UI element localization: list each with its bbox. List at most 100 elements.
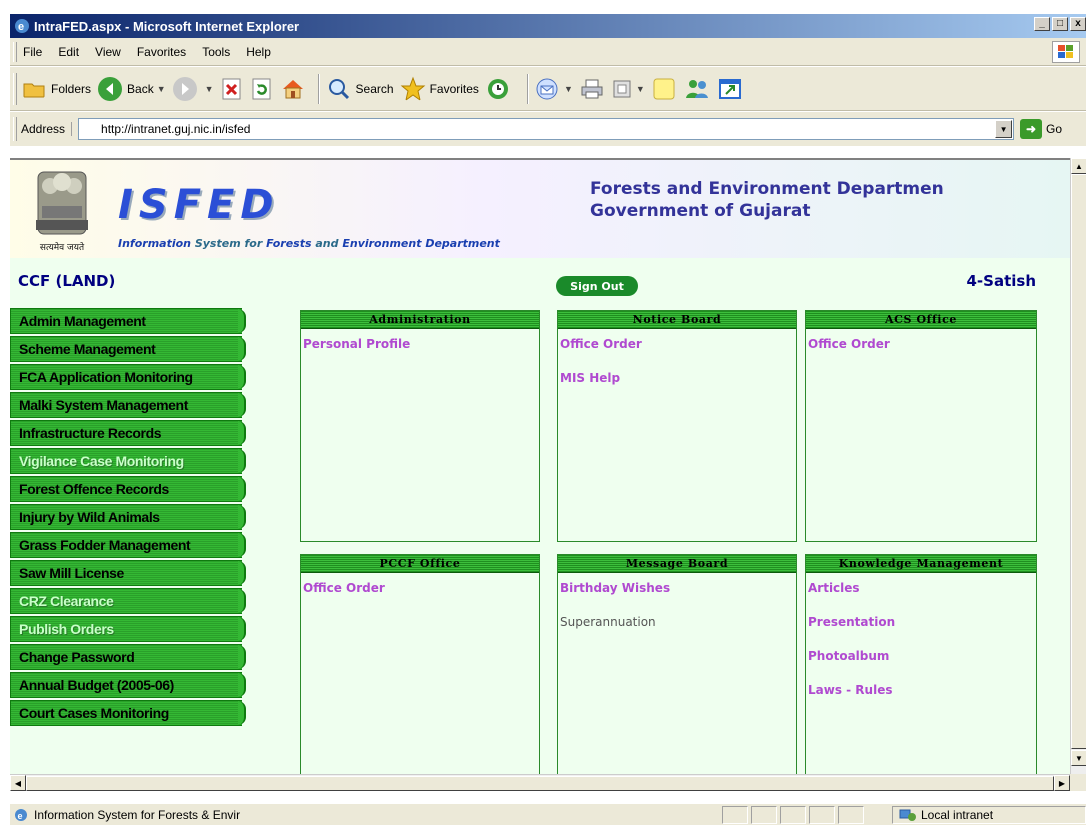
messenger-button[interactable] (683, 76, 711, 102)
print-button[interactable] (579, 77, 605, 101)
menu-view[interactable]: View (95, 45, 121, 59)
department-line1: Forests and Environment Departmen (590, 179, 944, 199)
security-zone: Local intranet (892, 806, 1086, 824)
mail-dropdown-icon[interactable]: ▼ (564, 84, 573, 94)
panel-title: Knowledge Management (806, 555, 1036, 573)
home-button[interactable] (280, 77, 306, 101)
go-arrow-icon: ➜ (1020, 119, 1043, 139)
history-icon (487, 78, 508, 99)
link-office-order[interactable]: Office Order (808, 337, 1036, 371)
nav-grass-fodder-management[interactable]: Grass Fodder Management (10, 532, 246, 558)
back-button[interactable]: Back ▼ (97, 76, 166, 102)
nav-change-password[interactable]: Change Password (10, 644, 246, 670)
nav-forest-offence-records[interactable]: Forest Offence Records (10, 476, 246, 502)
nav-crz-clearance: CRZ Clearance (10, 588, 246, 614)
edit-dropdown-icon[interactable]: ▼ (636, 84, 645, 94)
nav-annual-budget[interactable]: Annual Budget (2005-06) (10, 672, 246, 698)
search-icon (328, 78, 349, 99)
nav-vigilance-case-monitoring: Vigilance Case Monitoring (10, 448, 246, 474)
link-office-order[interactable]: Office Order (303, 581, 539, 615)
panel-notice-board: Notice Board Office Order MIS Help (557, 310, 797, 542)
link-mis-help[interactable]: MIS Help (560, 371, 796, 405)
menu-help[interactable]: Help (246, 45, 271, 59)
scroll-down-icon[interactable]: ▼ (1071, 750, 1086, 766)
folders-label: Folders (51, 81, 92, 96)
address-label: Address (21, 122, 73, 136)
toolbar-grip (13, 72, 17, 105)
maximize-button[interactable]: □ (1052, 17, 1068, 31)
mail-button[interactable]: ▼ (535, 77, 573, 101)
link-personal-profile[interactable]: Personal Profile (303, 337, 539, 371)
status-text: Information System for Forests & Envir (34, 807, 241, 822)
link-articles[interactable]: Articles (808, 581, 1036, 615)
vertical-scroll-thumb[interactable] (1071, 174, 1086, 749)
nav-malki-system-management[interactable]: Malki System Management (10, 392, 246, 418)
menu-favorites[interactable]: Favorites (137, 45, 186, 59)
panel-title: ACS Office (806, 311, 1036, 329)
forward-dropdown-icon[interactable]: ▼ (205, 84, 214, 94)
nav-fca-application-monitoring[interactable]: FCA Application Monitoring (10, 364, 246, 390)
user-name: 4-Satish (966, 272, 1036, 290)
link-laws-rules[interactable]: Laws - Rules (808, 683, 1036, 717)
edit-button[interactable]: ▼ (611, 78, 645, 100)
nav-injury-by-wild-animals[interactable]: Injury by Wild Animals (10, 504, 246, 530)
menu-tools[interactable]: Tools (202, 45, 230, 59)
menu-file[interactable]: File (23, 45, 42, 59)
svg-text:e: e (18, 811, 23, 821)
back-label: Back (127, 81, 154, 96)
scroll-up-icon[interactable]: ▲ (1071, 158, 1086, 174)
panel-message-board: Message Board Birthday Wishes Superannua… (557, 554, 797, 774)
nav-admin-management[interactable]: Admin Management (10, 308, 246, 334)
panel-knowledge-management: Knowledge Management Articles Presentati… (805, 554, 1037, 774)
toolbar-separator (317, 73, 320, 104)
internet-explorer-icon: e (15, 19, 29, 33)
vertical-scrollbar[interactable]: ▲ ▼ (1070, 158, 1086, 774)
menu-edit[interactable]: Edit (58, 45, 79, 59)
site-subtitle: Information System for Forests and Envir… (118, 237, 500, 250)
scroll-right-icon[interactable]: ▶ (1054, 775, 1070, 791)
favorites-button[interactable]: Favorites (400, 76, 479, 102)
printer-icon (581, 79, 603, 98)
scroll-left-icon[interactable]: ◀ (10, 775, 26, 791)
windows-logo-icon (1052, 41, 1080, 63)
status-pane (838, 806, 864, 824)
back-dropdown-icon[interactable]: ▼ (157, 84, 166, 94)
status-pane (722, 806, 748, 824)
scroll-corner (1070, 774, 1086, 791)
close-button[interactable]: x (1070, 17, 1086, 31)
local-intranet-icon (899, 809, 916, 821)
horizontal-scroll-thumb[interactable] (26, 776, 1054, 791)
status-bar: e Information System for Forests & Envir… (10, 803, 1086, 825)
standard-toolbar: Folders Back ▼ ▼ Search Favorites ▼ ▼ (10, 67, 1086, 111)
site-logo: ISFED (118, 182, 280, 228)
link-office-order[interactable]: Office Order (560, 337, 796, 371)
search-button[interactable]: Search (326, 76, 394, 102)
window-popout-icon (718, 78, 741, 99)
fullscreen-button[interactable] (717, 77, 743, 101)
go-label: Go (1046, 122, 1063, 136)
nav-infrastructure-records[interactable]: Infrastructure Records (10, 420, 246, 446)
discuss-button[interactable] (651, 76, 677, 102)
sign-out-button[interactable]: Sign Out (556, 276, 638, 296)
superannuation-text: Superannuation (560, 615, 656, 629)
mail-icon (536, 78, 558, 99)
home-icon (282, 79, 303, 98)
address-url[interactable]: http://intranet.guj.nic.in/isfed (101, 122, 250, 136)
horizontal-scrollbar[interactable]: ◀ ▶ (10, 774, 1070, 791)
nav-saw-mill-license[interactable]: Saw Mill License (10, 560, 246, 586)
history-button[interactable] (485, 76, 515, 102)
link-birthday-wishes[interactable]: Birthday Wishes (560, 581, 796, 615)
nav-scheme-management[interactable]: Scheme Management (10, 336, 246, 362)
address-input[interactable]: http://intranet.guj.nic.in/isfed ▼ (78, 118, 1015, 140)
go-button[interactable]: ➜ Go (1020, 119, 1062, 139)
folders-button[interactable]: Folders (21, 76, 91, 102)
window-title: IntraFED.aspx - Microsoft Internet Explo… (34, 18, 300, 34)
nav-court-cases-monitoring[interactable]: Court Cases Monitoring (10, 700, 246, 726)
forward-button[interactable]: ▼ (172, 76, 214, 102)
minimize-button[interactable]: _ (1034, 17, 1050, 31)
stop-button[interactable] (220, 77, 244, 101)
link-photoalbum[interactable]: Photoalbum (808, 649, 1036, 683)
address-dropdown-icon[interactable]: ▼ (995, 120, 1013, 138)
refresh-button[interactable] (250, 77, 274, 101)
link-presentation[interactable]: Presentation (808, 615, 1036, 649)
